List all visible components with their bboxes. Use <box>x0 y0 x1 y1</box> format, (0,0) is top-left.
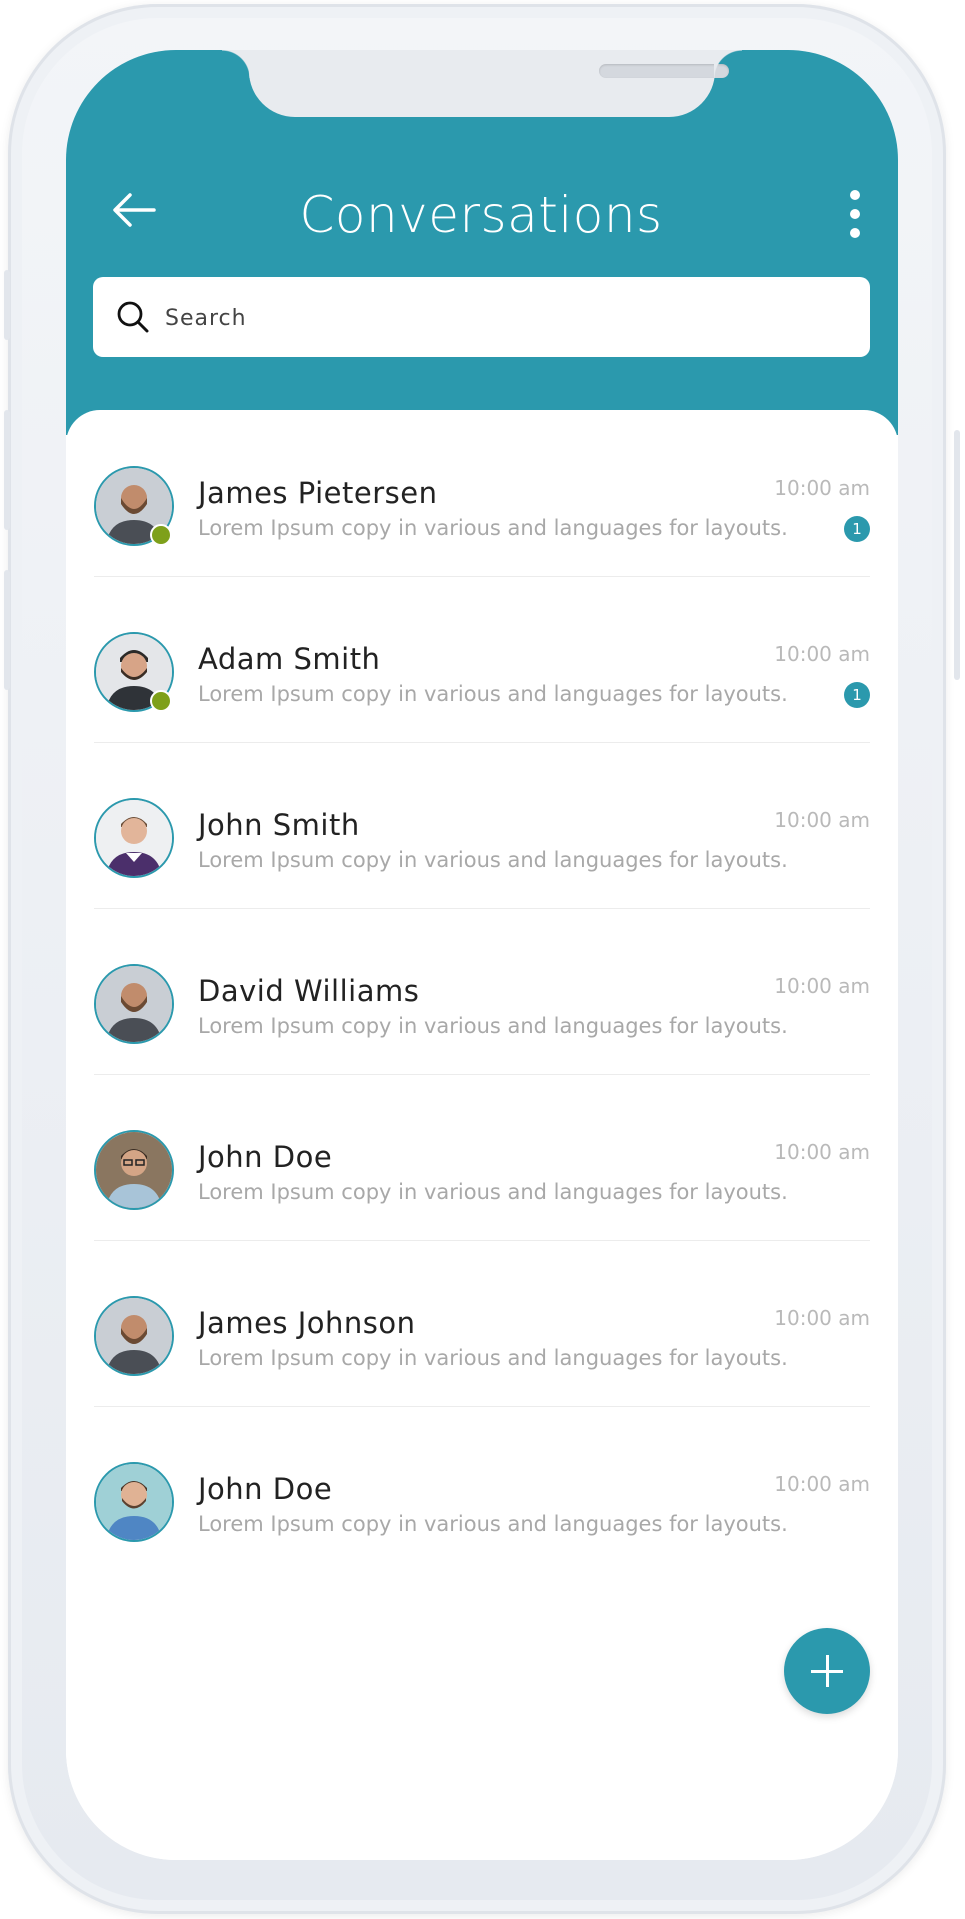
conversation-row[interactable]: James Pietersen 10:00 am Lorem Ipsum cop… <box>94 410 870 577</box>
conversation-row[interactable]: Adam Smith 10:00 am Lorem Ipsum copy in … <box>94 576 870 743</box>
message-time: 10:00 am <box>774 1306 870 1330</box>
unread-badge: 1 <box>844 682 870 708</box>
conversation-row[interactable]: John Doe 10:00 am Lorem Ipsum copy in va… <box>94 1406 870 1572</box>
message-preview: Lorem Ipsum copy in various and language… <box>198 1346 788 1370</box>
message-time: 10:00 am <box>774 1472 870 1496</box>
message-preview: Lorem Ipsum copy in various and language… <box>198 1180 788 1204</box>
unread-badge: 1 <box>844 516 870 542</box>
side-button <box>4 570 10 690</box>
avatar <box>94 1130 174 1210</box>
online-status-dot <box>150 690 172 712</box>
conversation-row[interactable]: David Williams 10:00 am Lorem Ipsum copy… <box>94 908 870 1075</box>
conversation-row[interactable]: James Johnson 10:00 am Lorem Ipsum copy … <box>94 1240 870 1407</box>
message-time: 10:00 am <box>774 974 870 998</box>
avatar <box>94 1296 174 1376</box>
arrow-left-icon <box>113 193 156 227</box>
contact-name: John Smith <box>198 808 360 842</box>
message-time: 10:00 am <box>774 642 870 666</box>
contact-name: John Doe <box>198 1140 333 1174</box>
message-preview: Lorem Ipsum copy in various and language… <box>198 1512 788 1536</box>
back-button[interactable] <box>106 180 166 240</box>
message-time: 10:00 am <box>774 476 870 500</box>
online-status-dot <box>150 524 172 546</box>
message-time: 10:00 am <box>774 808 870 832</box>
avatar <box>94 798 174 878</box>
more-vertical-icon <box>850 209 860 219</box>
message-preview: Lorem Ipsum copy in various and language… <box>198 682 788 706</box>
message-time: 10:00 am <box>774 1140 870 1164</box>
contact-name: James Pietersen <box>198 476 438 510</box>
contact-name: Adam Smith <box>198 642 381 676</box>
contact-name: John Doe <box>198 1472 333 1506</box>
side-button <box>4 270 10 340</box>
app-header: Conversations <box>66 50 898 435</box>
device-mockup: Conversations James Pietersen <box>0 0 965 1919</box>
conversation-list: James Pietersen 10:00 am Lorem Ipsum cop… <box>66 410 898 1860</box>
message-preview: Lorem Ipsum copy in various and language… <box>198 1014 788 1038</box>
app-screen: Conversations James Pietersen <box>66 50 898 1860</box>
search-icon <box>117 301 149 333</box>
speaker-grille <box>599 64 729 78</box>
more-options-button[interactable] <box>840 185 870 245</box>
side-button <box>4 410 10 530</box>
search-input[interactable] <box>163 295 847 341</box>
message-preview: Lorem Ipsum copy in various and language… <box>198 516 788 540</box>
more-vertical-icon <box>850 190 860 200</box>
contact-name: David Williams <box>198 974 420 1008</box>
avatar <box>94 964 174 1044</box>
side-button <box>954 430 960 680</box>
message-preview: Lorem Ipsum copy in various and language… <box>198 848 788 872</box>
contact-name: James Johnson <box>198 1306 416 1340</box>
conversation-row[interactable]: John Smith 10:00 am Lorem Ipsum copy in … <box>94 742 870 909</box>
search-bar[interactable] <box>93 277 870 357</box>
more-vertical-icon <box>850 228 860 238</box>
new-conversation-button[interactable] <box>784 1628 870 1714</box>
avatar <box>94 1462 174 1542</box>
notch <box>222 50 742 117</box>
conversation-row[interactable]: John Doe 10:00 am Lorem Ipsum copy in va… <box>94 1074 870 1241</box>
page-title: Conversations <box>299 186 663 244</box>
